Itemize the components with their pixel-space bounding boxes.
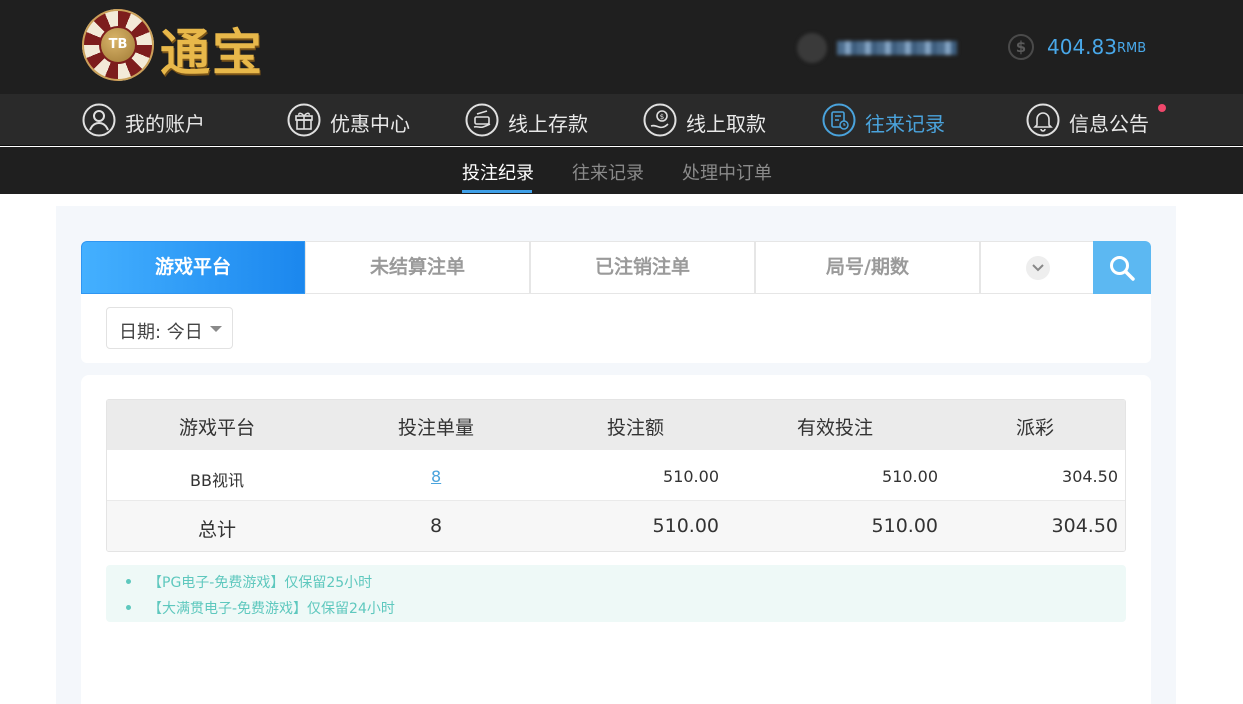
table-row: BB视讯 8 510.00 510.00 304.50 — [107, 450, 1125, 501]
bullet-icon — [126, 605, 131, 610]
column-header-payout: 派彩 — [1016, 417, 1055, 439]
brand-logo[interactable]: TB 通宝 — [82, 9, 278, 83]
nav-label: 我的账户 — [125, 112, 205, 136]
search-icon — [1110, 256, 1135, 281]
cell-platform: BB视讯 — [190, 471, 244, 490]
total-amount: 510.00 — [652, 515, 719, 537]
bell-icon — [1026, 103, 1060, 137]
column-header-amount: 投注额 — [607, 417, 665, 439]
nav-label: 信息公告 — [1069, 112, 1149, 136]
avatar — [797, 33, 827, 63]
date-filter-label: 日期: 今日 — [119, 322, 203, 343]
casino-chip-icon: TB — [82, 9, 154, 81]
tab-unsettled-bets[interactable]: 未结算注单 — [305, 241, 530, 294]
search-button[interactable] — [1093, 241, 1151, 294]
balance-amount: 404.83 — [1047, 35, 1117, 59]
nav-label: 线上取款 — [686, 112, 766, 136]
more-tabs-button[interactable] — [980, 241, 1094, 294]
column-header-count: 投注单量 — [398, 417, 475, 439]
nav-label: 优惠中心 — [330, 112, 410, 136]
subtab-transactions[interactable]: 往来记录 — [572, 159, 644, 185]
bullet-icon — [126, 579, 131, 584]
notification-dot — [1158, 104, 1166, 112]
logo-chip-label: TB — [99, 26, 137, 64]
notice-box: 【PG电子-免费游戏】仅保留25小时 【大满贯电子-免费游戏】仅保留24小时 — [106, 565, 1126, 622]
total-label: 总计 — [198, 519, 237, 541]
svg-text:$: $ — [660, 113, 664, 121]
cell-amount: 510.00 — [663, 467, 719, 486]
tab-round-number[interactable]: 局号/期数 — [755, 241, 980, 294]
chevron-down-icon — [1026, 256, 1050, 280]
gift-icon — [287, 103, 321, 137]
top-header: TB 通宝 hyhmk888 $ 404.83 RMB — [0, 0, 1243, 94]
tab-game-platform[interactable]: 游戏平台 — [81, 241, 305, 294]
subtab-pending-orders[interactable]: 处理中订单 — [682, 159, 772, 185]
cell-valid-bet: 510.00 — [882, 467, 938, 486]
total-payout: 304.50 — [1051, 515, 1118, 537]
total-count: 8 — [430, 515, 443, 537]
main-nav: 我的账户 优惠中心 线上存款 $ 线上取款 往来记录 信息公告 — [0, 94, 1243, 146]
user-icon — [82, 103, 116, 137]
date-filter-dropdown[interactable]: 日期: 今日 — [106, 307, 233, 349]
username: hyhmk888 — [837, 41, 957, 55]
withdraw-icon: $ — [643, 103, 677, 137]
column-header-platform: 游戏平台 — [179, 417, 256, 439]
nav-label: 往来记录 — [865, 112, 945, 136]
nav-label: 线上存款 — [508, 112, 588, 136]
balance-currency: RMB — [1117, 41, 1147, 56]
total-valid-bet: 510.00 — [871, 515, 938, 537]
logo-text: 通宝 — [160, 23, 264, 82]
sub-nav: 投注纪录 往来记录 处理中订单 — [0, 147, 1243, 194]
tab-cancelled-bets[interactable]: 已注销注单 — [530, 241, 755, 294]
caret-down-icon — [210, 326, 222, 332]
table-header: 游戏平台 投注单量 投注额 有效投注 派彩 — [107, 400, 1125, 450]
cell-payout: 304.50 — [1062, 467, 1118, 486]
records-icon — [822, 103, 856, 137]
column-header-valid-bet: 有效投注 — [797, 417, 874, 439]
dollar-coin-icon: $ — [1008, 34, 1034, 60]
notice-text: 【PG电子-免费游戏】仅保留25小时 — [148, 575, 373, 591]
subtab-bet-records[interactable]: 投注纪录 — [462, 159, 534, 185]
cell-count-link[interactable]: 8 — [431, 467, 441, 486]
deposit-icon — [465, 103, 499, 137]
bet-summary-table: 游戏平台 投注单量 投注额 有效投注 派彩 BB视讯 8 510.00 510.… — [106, 399, 1126, 552]
active-tab-indicator — [462, 190, 532, 193]
table-total-row: 总计 8 510.00 510.00 304.50 — [107, 501, 1125, 551]
notice-text: 【大满贯电子-免费游戏】仅保留24小时 — [148, 601, 395, 617]
